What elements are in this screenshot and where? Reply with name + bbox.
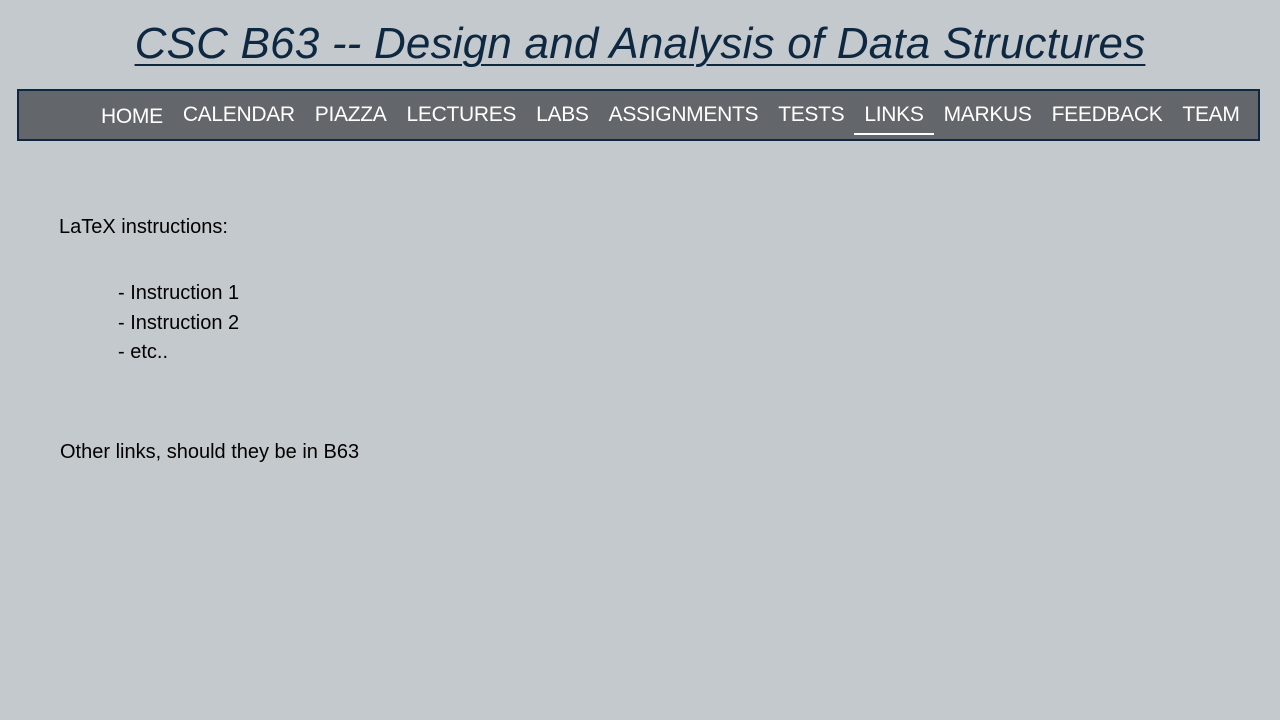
nav-item-labs[interactable]: LABS — [526, 102, 599, 128]
site-title-link[interactable]: CSC B63 -- Design and Analysis of Data S… — [135, 19, 1146, 68]
nav-item-home[interactable]: HOME — [91, 104, 173, 130]
main-navigation: HOME CALENDAR PIAZZA LECTURES LABS ASSIG… — [17, 89, 1260, 141]
nav-item-markus[interactable]: MARKUS — [934, 102, 1042, 128]
other-links-text: Other links, should they be in B63 — [60, 441, 360, 463]
site-title: CSC B63 -- Design and Analysis of Data S… — [0, 18, 1280, 70]
nav-item-links[interactable]: LINKS — [854, 102, 934, 135]
page: CSC B63 -- Design and Analysis of Data S… — [0, 0, 1280, 720]
nav-item-team[interactable]: TEAM — [1172, 102, 1249, 128]
nav-list: HOME CALENDAR PIAZZA LECTURES LABS ASSIG… — [91, 91, 1250, 139]
instruction-list: - Instruction 1 - Instruction 2 - etc.. — [118, 279, 239, 368]
instruction-item: - Instruction 2 — [118, 311, 240, 334]
nav-item-lectures[interactable]: LECTURES — [397, 102, 527, 128]
nav-item-calendar[interactable]: CALENDAR — [173, 102, 305, 128]
nav-item-tests[interactable]: TESTS — [768, 102, 854, 128]
nav-item-feedback[interactable]: FEEDBACK — [1042, 102, 1173, 128]
nav-item-assignments[interactable]: ASSIGNMENTS — [599, 102, 769, 128]
instruction-item: - Instruction 1 — [118, 282, 240, 304]
latex-instructions-heading: LaTeX instructions: — [59, 216, 228, 238]
instruction-item: - etc.. — [118, 341, 169, 363]
nav-item-piazza[interactable]: PIAZZA — [305, 102, 397, 128]
